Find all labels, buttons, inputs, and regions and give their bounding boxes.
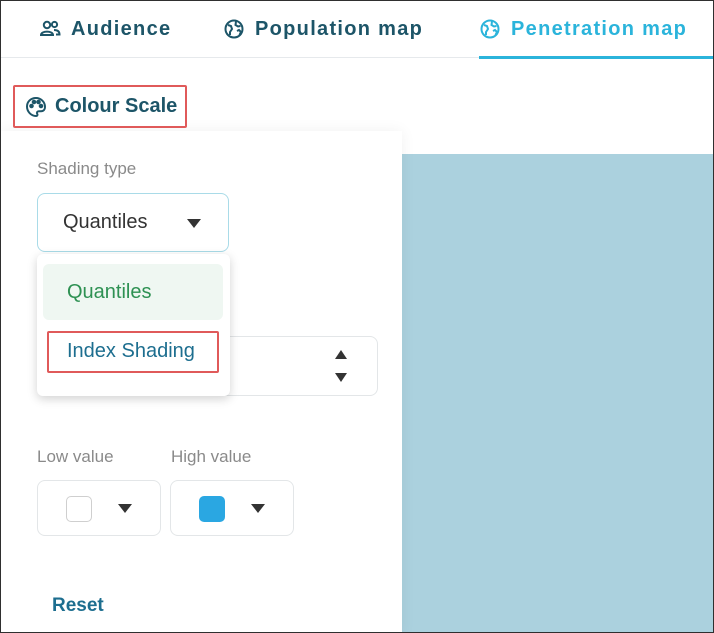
high-value-swatch (199, 496, 225, 522)
low-value-swatch (66, 496, 92, 522)
globe-icon (479, 18, 501, 40)
high-value-color-picker[interactable] (170, 480, 294, 536)
shading-type-label: Shading type (37, 159, 137, 178)
tab-penetration-map[interactable]: Penetration map (479, 1, 713, 59)
shading-type-select[interactable]: Quantiles (37, 193, 229, 252)
people-icon (39, 18, 61, 40)
tab-population-map[interactable]: Population map (223, 1, 423, 57)
high-value-label: High value (171, 447, 252, 466)
option-index-shading[interactable]: Index Shading (43, 323, 223, 379)
option-quantiles[interactable]: Quantiles (43, 264, 223, 320)
low-value-label: Low value (37, 447, 114, 466)
colour-scale-toggle[interactable]: Colour Scale (13, 85, 187, 128)
colour-scale-title: Colour Scale (55, 95, 178, 117)
caret-down-icon (187, 219, 201, 228)
low-value-color-picker[interactable] (37, 480, 161, 536)
colour-scale-panel: Shading type Quantiles Quantiles Index S… (1, 131, 402, 632)
tab-audience-label: Audience (71, 17, 172, 40)
reset-button[interactable]: Reset (52, 595, 104, 617)
shading-type-value: Quantiles (63, 211, 148, 233)
tab-penetration-map-label: Penetration map (511, 17, 688, 40)
caret-down-icon (251, 504, 265, 513)
app-window: Audience Population map Penetration map … (0, 0, 714, 633)
palette-icon (24, 95, 48, 119)
shading-type-dropdown-menu: Quantiles Index Shading (37, 254, 230, 396)
tab-population-map-label: Population map (255, 17, 424, 40)
index-stepper-field[interactable] (219, 336, 378, 396)
caret-down-icon (118, 504, 132, 513)
arrow-down-icon[interactable] (335, 373, 347, 382)
tab-bar: Audience Population map Penetration map (1, 1, 713, 59)
penetration-map-area[interactable] (402, 154, 713, 632)
arrow-up-icon[interactable] (335, 350, 347, 359)
globe-icon (223, 18, 245, 40)
tab-audience[interactable]: Audience (39, 1, 171, 57)
